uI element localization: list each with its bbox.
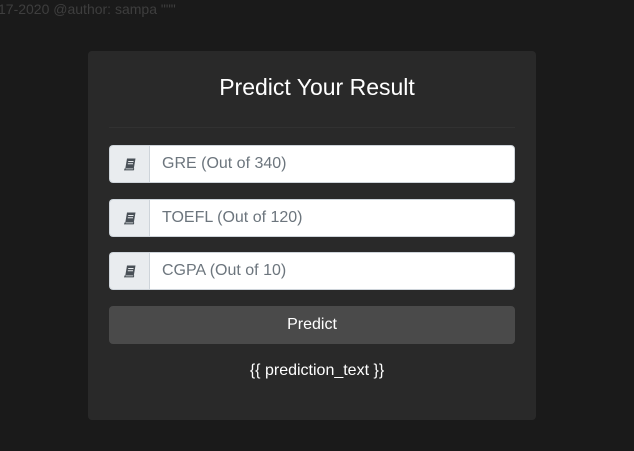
cgpa-addon — [109, 252, 149, 290]
book-icon — [123, 264, 137, 278]
gre-addon — [109, 145, 149, 183]
card-header-divider — [109, 127, 515, 128]
book-icon — [123, 211, 137, 225]
toefl-input[interactable] — [149, 199, 515, 237]
card-title: Predict Your Result — [219, 74, 415, 100]
cgpa-input-group — [109, 252, 515, 290]
toefl-addon — [109, 199, 149, 237]
cgpa-input[interactable] — [149, 252, 515, 290]
gre-input-group — [109, 145, 515, 183]
prediction-result-text: {{ prediction_text }} — [249, 362, 385, 379]
page-comment-text: 17-2020 @author: sampa """ — [0, 1, 176, 17]
predict-button[interactable]: Predict — [109, 306, 515, 344]
toefl-input-group — [109, 199, 515, 237]
book-icon — [123, 157, 137, 171]
gre-input[interactable] — [149, 145, 515, 183]
